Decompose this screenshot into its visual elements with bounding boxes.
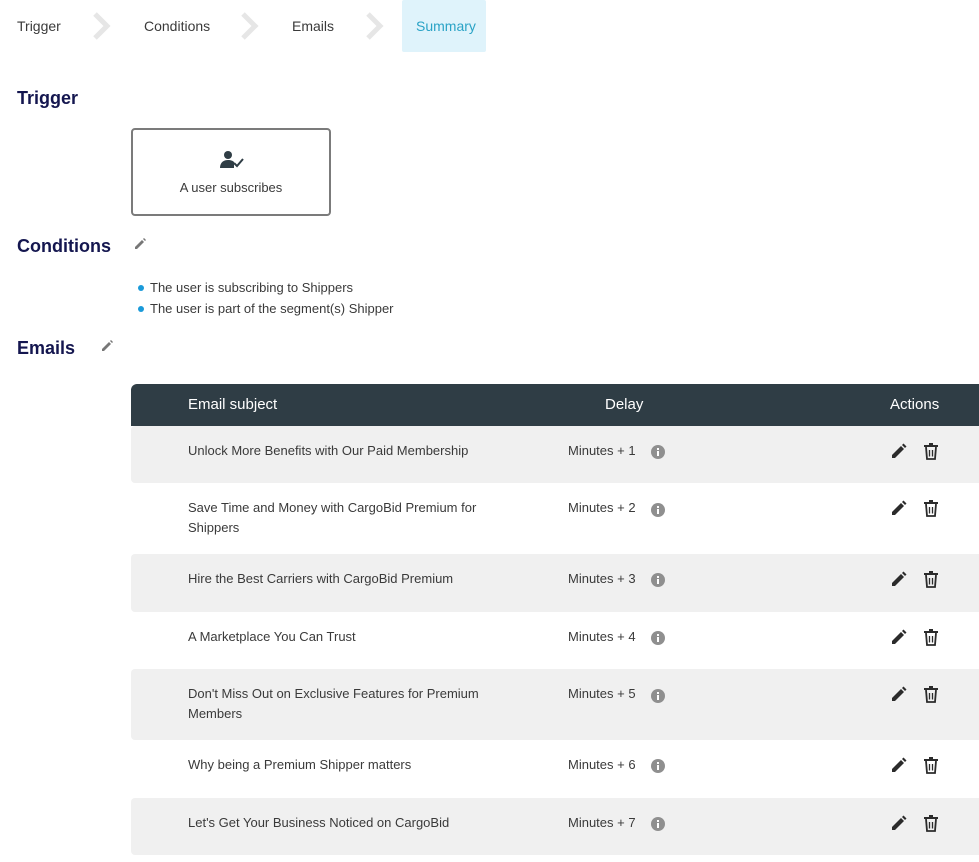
email-subject: A Marketplace You Can Trust xyxy=(188,629,356,644)
email-subject: Unlock More Benefits with Our Paid Membe… xyxy=(188,443,469,458)
column-header-actions: Actions xyxy=(890,396,940,413)
edit-conditions-icon[interactable] xyxy=(133,237,147,251)
email-delay: Minutes + 1 xyxy=(568,443,636,458)
delete-email-icon[interactable] xyxy=(922,499,940,517)
info-icon[interactable] xyxy=(651,689,665,703)
delete-email-icon[interactable] xyxy=(922,570,940,588)
conditions-list: The user is subscribing to Shippers The … xyxy=(138,277,394,319)
emails-table: Email subject Delay Actions Unlock More … xyxy=(131,384,979,855)
email-delay: Minutes + 4 xyxy=(568,629,636,644)
bullet-dot xyxy=(138,285,144,291)
table-row: Save Time and Money with CargoBid Premiu… xyxy=(131,483,979,554)
step-trigger[interactable]: Trigger xyxy=(17,0,61,52)
info-icon[interactable] xyxy=(651,573,665,587)
emails-section-title: Emails xyxy=(17,338,76,358)
condition-item: The user is part of the segment(s) Shipp… xyxy=(138,298,394,319)
trigger-card-label: A user subscribes xyxy=(179,180,283,195)
conditions-section-title: Conditions xyxy=(17,236,111,256)
edit-email-icon[interactable] xyxy=(890,442,908,460)
email-delay: Minutes + 7 xyxy=(568,815,636,830)
email-delay: Minutes + 6 xyxy=(568,757,636,772)
bullet-dot xyxy=(138,306,144,312)
user-check-icon xyxy=(220,151,244,168)
step-summary[interactable]: Summary xyxy=(402,0,486,52)
step-conditions[interactable]: Conditions xyxy=(144,0,210,52)
edit-email-icon[interactable] xyxy=(890,685,908,703)
edit-emails-icon[interactable] xyxy=(100,339,114,353)
edit-email-icon[interactable] xyxy=(890,499,908,517)
wizard-stepper: Trigger Conditions Emails Summary xyxy=(0,0,979,52)
email-subject: Hire the Best Carriers with CargoBid Pre… xyxy=(188,571,454,586)
email-delay: Minutes + 3 xyxy=(568,571,636,586)
delete-email-icon[interactable] xyxy=(922,685,940,703)
info-icon[interactable] xyxy=(651,817,665,831)
email-delay: Minutes + 5 xyxy=(568,686,636,701)
info-icon[interactable] xyxy=(651,503,665,517)
table-row: Why being a Premium Shipper matters Minu… xyxy=(131,740,979,798)
info-icon[interactable] xyxy=(651,631,665,645)
column-header-delay: Delay xyxy=(605,396,644,413)
info-icon[interactable] xyxy=(651,445,665,459)
step-emails[interactable]: Emails xyxy=(292,0,334,52)
email-subject: Save Time and Money with CargoBid Premiu… xyxy=(188,500,477,535)
condition-item: The user is subscribing to Shippers xyxy=(138,277,394,298)
email-subject: Let's Get Your Business Noticed on Cargo… xyxy=(188,815,450,830)
table-row: Hire the Best Carriers with CargoBid Pre… xyxy=(131,554,979,612)
email-delay: Minutes + 2 xyxy=(568,500,636,515)
edit-email-icon[interactable] xyxy=(890,814,908,832)
column-header-subject: Email subject xyxy=(188,396,278,413)
email-subject: Why being a Premium Shipper matters xyxy=(188,757,412,772)
trigger-section-title: Trigger xyxy=(17,88,79,108)
chevron-right-icon xyxy=(93,12,111,40)
condition-text: The user is part of the segment(s) Shipp… xyxy=(150,301,394,316)
trigger-card: A user subscribes xyxy=(131,128,331,216)
table-row: Let's Get Your Business Noticed on Cargo… xyxy=(131,798,979,855)
edit-email-icon[interactable] xyxy=(890,628,908,646)
delete-email-icon[interactable] xyxy=(922,442,940,460)
table-row: Don't Miss Out on Exclusive Features for… xyxy=(131,669,979,740)
delete-email-icon[interactable] xyxy=(922,814,940,832)
delete-email-icon[interactable] xyxy=(922,628,940,646)
edit-email-icon[interactable] xyxy=(890,756,908,774)
edit-email-icon[interactable] xyxy=(890,570,908,588)
email-subject: Don't Miss Out on Exclusive Features for… xyxy=(188,686,479,721)
condition-text: The user is subscribing to Shippers xyxy=(150,280,354,295)
table-row: A Marketplace You Can Trust Minutes + 4 xyxy=(131,612,979,669)
delete-email-icon[interactable] xyxy=(922,756,940,774)
info-icon[interactable] xyxy=(651,759,665,773)
chevron-right-icon xyxy=(241,12,259,40)
table-row: Unlock More Benefits with Our Paid Membe… xyxy=(131,426,979,483)
chevron-right-icon xyxy=(366,12,384,40)
table-header: Email subject Delay Actions xyxy=(131,384,979,426)
